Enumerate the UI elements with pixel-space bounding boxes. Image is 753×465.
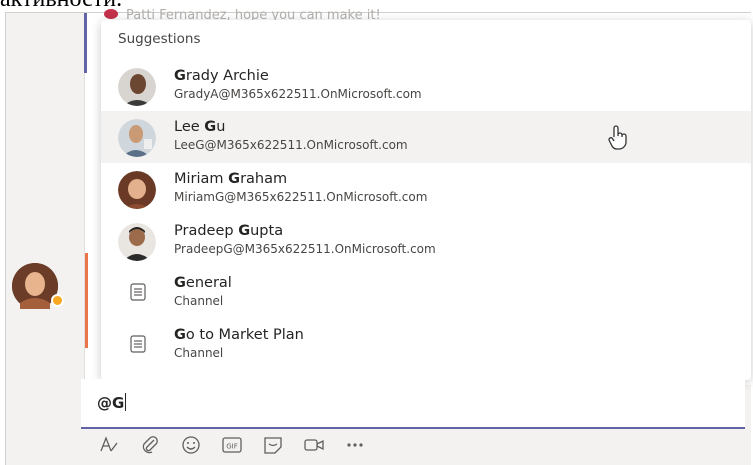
suggestion-item-pradeep-gupta[interactable]: Pradeep Gupta PradeepG@M365x622511.OnMic… [101,215,751,267]
compose-box[interactable]: @G [81,379,745,429]
suggestion-email: PradeepG@M365x622511.OnMicrosoft.com [174,242,436,256]
thread-accent-bar [84,13,87,73]
suggestion-name: Pradeep Gupta [174,223,284,239]
suggestions-title: Suggestions [118,31,201,47]
channel-icon [130,283,146,301]
format-icon[interactable] [98,434,120,456]
suggestion-name: Go to Market Plan [174,327,304,343]
sticker-icon[interactable] [262,434,284,456]
message-input[interactable]: @G [97,393,127,412]
compose-toolbar: GIF [81,428,745,464]
more-icon[interactable] [344,434,366,456]
suggestion-item-channel-general[interactable]: General Channel [101,267,751,319]
suggestion-email: GradyA@M365x622511.OnMicrosoft.com [174,87,422,101]
svg-text:GIF: GIF [226,443,238,451]
suggestion-name: General [174,275,232,291]
attach-icon[interactable] [139,434,161,456]
suggestion-type: Channel [174,346,224,360]
document-caption: активности. [0,0,122,12]
suggestion-email: LeeG@M365x622511.OnMicrosoft.com [174,138,408,152]
suggestion-email: MiriamG@M365x622511.OnMicrosoft.com [174,190,428,204]
avatar [118,119,156,157]
suggestions-popup: Suggestions Grady Archie GradyA@M365x622… [101,20,751,380]
suggestion-type: Channel [174,294,224,308]
suggestion-item-lee-gu[interactable]: Lee Gu LeeG@M365x622511.OnMicrosoft.com [101,111,751,163]
emoji-icon[interactable] [180,434,202,456]
suggestion-item-channel-go-to-market-plan[interactable]: Go to Market Plan Channel [101,319,751,371]
suggestion-item-grady-archie[interactable]: Grady Archie GradyA@M365x622511.OnMicros… [101,60,751,112]
presence-away-icon [51,294,64,307]
suggestion-item-miriam-graham[interactable]: Miriam Graham MiriamG@M365x622511.OnMicr… [101,163,751,215]
avatar [118,223,156,261]
suggestion-name: Miriam Graham [174,171,288,187]
gif-icon[interactable]: GIF [221,434,243,456]
text-caret [125,393,127,411]
preview-avatar [104,9,118,19]
meet-now-icon[interactable] [303,434,325,456]
avatar [118,171,156,209]
suggestion-name: Grady Archie [174,68,269,84]
suggestion-name: Lee Gu [174,119,226,135]
channel-icon [130,335,146,353]
hand-cursor-icon [608,125,627,150]
avatar [118,68,156,106]
